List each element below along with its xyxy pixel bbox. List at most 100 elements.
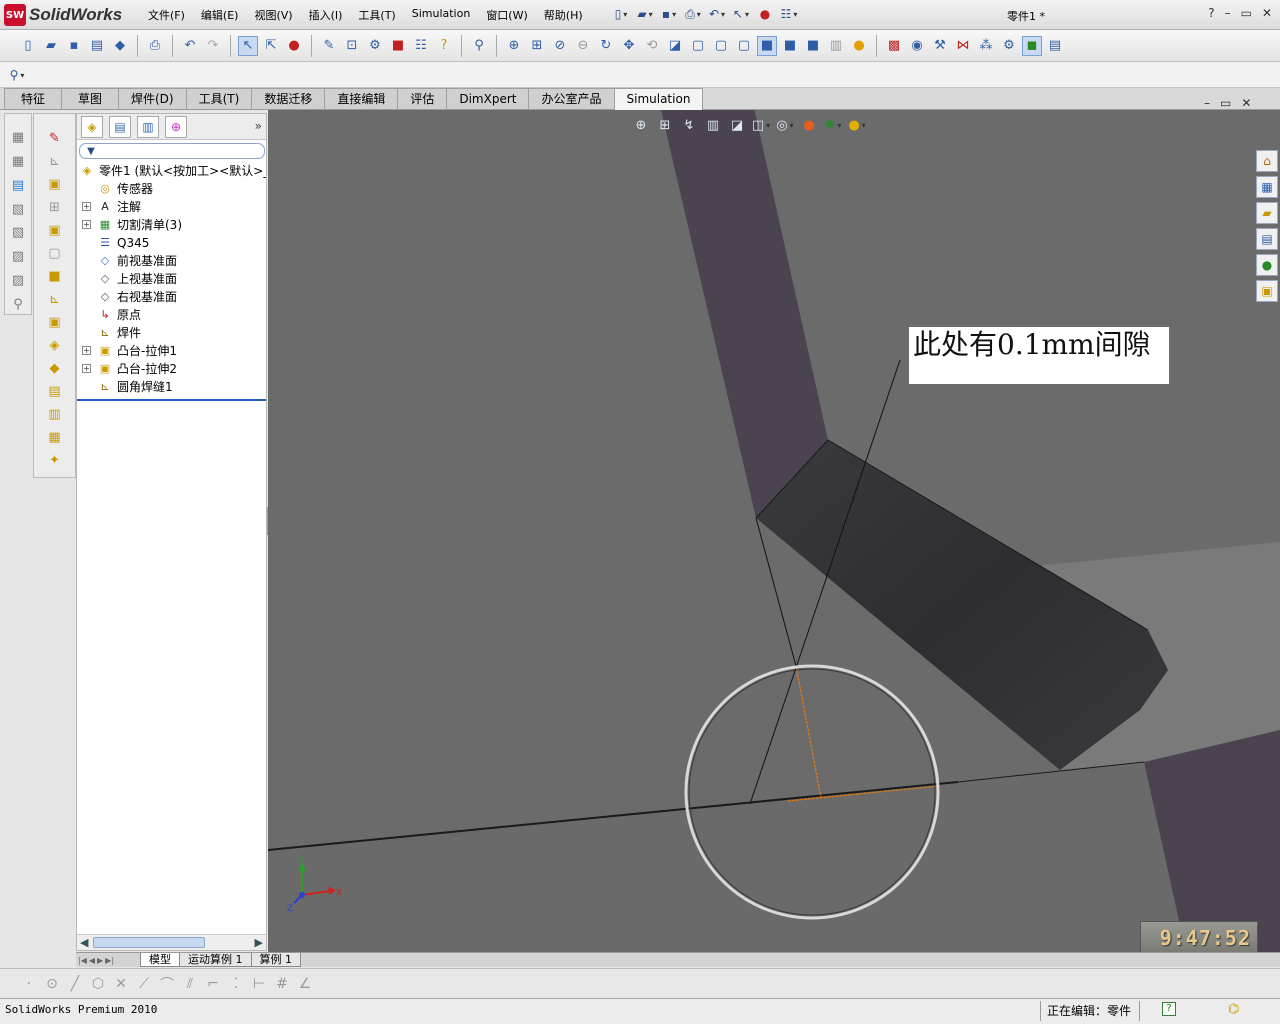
tree-item[interactable]: + ▦ 切割清单(3) [77, 216, 266, 234]
edit-appearance-icon[interactable]: ● [800, 116, 818, 134]
tab-study[interactable]: 算例 1 [250, 953, 301, 967]
sketch-fillet-icon[interactable]: ⌒ [158, 975, 176, 993]
end-cap-tool-icon[interactable]: ■ [45, 266, 65, 286]
zoom-to-area-icon[interactable]: ⊞ [656, 116, 674, 134]
3d-sketch-tool-icon[interactable]: ✎ [45, 128, 65, 148]
3d-sketch-icon[interactable]: ▦ [8, 152, 28, 172]
roll-view-icon[interactable]: ⟲ [642, 36, 662, 56]
tab-weldments[interactable]: 焊件(D) [118, 88, 187, 109]
viewport-close-button[interactable]: ✕ [1241, 96, 1251, 110]
trim-icon[interactable]: ✕ [112, 975, 130, 993]
trim-tool-icon[interactable]: ⊞ [45, 197, 65, 217]
tree-item[interactable]: ◇ 前视基准面 [77, 252, 266, 270]
scroll-right-icon[interactable]: ▶ [255, 936, 263, 949]
tab-scroll-controls[interactable]: |◀ ◀ ▶ ▶| [76, 956, 140, 965]
close-button[interactable]: ✕ [1262, 6, 1272, 20]
tree-item[interactable]: + ▣ 凸台-拉伸2 [77, 360, 266, 378]
tree-item[interactable]: + ▣ 凸台-拉伸1 [77, 342, 266, 360]
save-icon[interactable]: ▪ [64, 36, 84, 56]
solidworks-logo[interactable]: SW SolidWorks [4, 4, 122, 26]
help-icon[interactable]: ? [1208, 6, 1214, 20]
fillet-bead-tool-icon[interactable]: ⊾ [45, 289, 65, 309]
property-manager-tab-icon[interactable]: ▤ [109, 115, 131, 138]
hidden-lines-visible-icon[interactable]: ▢ [711, 36, 731, 56]
expand-toggle-icon[interactable]: + [82, 220, 91, 229]
new-icon[interactable]: ▯ [18, 36, 38, 56]
reference-geometry-icon[interactable]: ✦ [45, 450, 65, 470]
tree-item[interactable]: ◈ 零件1 (默认<按加工><默认>_ [77, 162, 266, 180]
make-drawing-icon[interactable]: ▤ [87, 36, 107, 56]
undo-icon[interactable]: ↶ [708, 5, 726, 23]
tree-item[interactable]: ⊾ 圆角焊缝1 [77, 378, 266, 396]
dimxpert-manager-tab-icon[interactable]: ⊕ [165, 115, 187, 138]
tab-data-migration[interactable]: 数据迁移 [251, 88, 326, 109]
chamfer-icon[interactable]: ◆ [45, 358, 65, 378]
help-icon[interactable]: ? [434, 36, 454, 56]
offset-icon[interactable]: ⫽ [181, 975, 199, 993]
extruded-boss-icon[interactable]: ▣ [45, 220, 65, 240]
view-settings-icon[interactable]: ● [848, 116, 866, 134]
viewport-restore-button[interactable]: ▭ [1220, 96, 1231, 110]
polygon-icon[interactable]: ⬡ [89, 975, 107, 993]
viewport-minimize-button[interactable]: – [1204, 96, 1210, 110]
expand-toggle-icon[interactable]: + [82, 202, 91, 211]
undo-icon[interactable]: ↶ [180, 36, 200, 56]
menu-help[interactable]: 帮助(H) [536, 7, 591, 23]
display-style-icon[interactable]: ◫ [752, 116, 770, 134]
tab-evaluate[interactable]: 评估 [397, 88, 448, 109]
expand-tabs-icon[interactable]: » [255, 119, 262, 133]
section-view-icon[interactable]: ▥ [704, 116, 722, 134]
tab-direct-editing[interactable]: 直接编辑 [324, 88, 399, 109]
corner-rectangle-icon[interactable]: ⌐ [204, 975, 222, 993]
coordinate-icon[interactable]: ⊾ [45, 151, 65, 171]
configuration-manager-tab-icon[interactable]: ▥ [137, 115, 159, 138]
extruded-cut-icon[interactable]: ▢ [45, 243, 65, 263]
minimize-button[interactable]: – [1225, 6, 1231, 20]
shaded-icon[interactable]: ■ [780, 36, 800, 56]
end-cap-icon[interactable]: ▨ [8, 247, 28, 267]
point-icon[interactable]: · [20, 975, 38, 993]
redo-icon[interactable]: ↷ [203, 36, 223, 56]
tree-item[interactable]: ↳ 原点 [77, 306, 266, 324]
first-tab-icon[interactable]: |◀ [78, 956, 87, 965]
sketch-picture-icon[interactable]: ▤ [8, 176, 28, 196]
quick-tips-icon[interactable]: ? [1162, 1002, 1176, 1016]
tab-office-products[interactable]: 办公室产品 [528, 88, 615, 109]
tab-model[interactable]: 模型 [140, 953, 180, 967]
appearances-icon[interactable]: ● [1256, 254, 1278, 276]
structural-member-tool-icon[interactable]: ▣ [45, 174, 65, 194]
simulation-xpress-icon[interactable]: ⚙ [999, 36, 1019, 56]
line-icon[interactable]: ╱ [66, 975, 84, 993]
realview-icon[interactable]: ● [849, 36, 869, 56]
menu-simulation[interactable]: Simulation [404, 7, 479, 23]
render-icon[interactable]: ▩ [884, 36, 904, 56]
apply-scene-icon[interactable]: ✺ [824, 116, 842, 134]
make-assembly-icon[interactable]: ◆ [110, 36, 130, 56]
hole-wizard-icon[interactable]: ◈ [45, 335, 65, 355]
solidworks-resources-icon[interactable]: ⌂ [1256, 150, 1278, 172]
select-icon[interactable]: ↖ [238, 35, 258, 56]
open-icon[interactable]: ▰ [41, 36, 61, 56]
scroll-left-icon[interactable]: ◀ [80, 936, 88, 949]
gusset-icon[interactable]: ▨ [8, 271, 28, 291]
rebuild-traffic-light-icon[interactable]: ● [756, 5, 774, 23]
menu-tools[interactable]: 工具(T) [350, 7, 403, 23]
restore-button[interactable]: ▭ [1241, 6, 1252, 20]
sketch-icon[interactable]: ▦ [8, 128, 28, 148]
tree-horizontal-scrollbar[interactable]: ◀ ▶ [77, 934, 266, 950]
print-icon[interactable]: ⎙ [145, 36, 165, 56]
feature-tree-tab-icon[interactable]: ◈ [81, 115, 103, 138]
scrollbar-thumb[interactable] [93, 937, 205, 948]
tree-item[interactable]: + A 注解 [77, 198, 266, 216]
custom-properties-icon[interactable]: ▣ [1256, 280, 1278, 302]
graphics-area[interactable]: ⊕ ⊞ ↯ ▥ ◪ ◫ ◎ ● ✺ ● ⌂ ▦ ▰ ▤ ● ▣ 此处有0.1mm… [268, 110, 1280, 952]
weld-bead-icon[interactable]: ⚙ [365, 36, 385, 56]
print-icon[interactable]: ⎙ [684, 5, 702, 23]
zoom-to-area-icon[interactable]: ⊞ [527, 36, 547, 56]
zoom-in-out-icon[interactable]: ⊘ [550, 36, 570, 56]
circle-icon[interactable]: ⊙ [43, 975, 61, 993]
edit-sketch-icon[interactable]: ✎ [319, 36, 339, 56]
grid-icon[interactable]: # [273, 975, 291, 993]
appearance-icon[interactable]: ◼ [1022, 35, 1042, 56]
options-icon[interactable]: ☷ [780, 5, 798, 23]
